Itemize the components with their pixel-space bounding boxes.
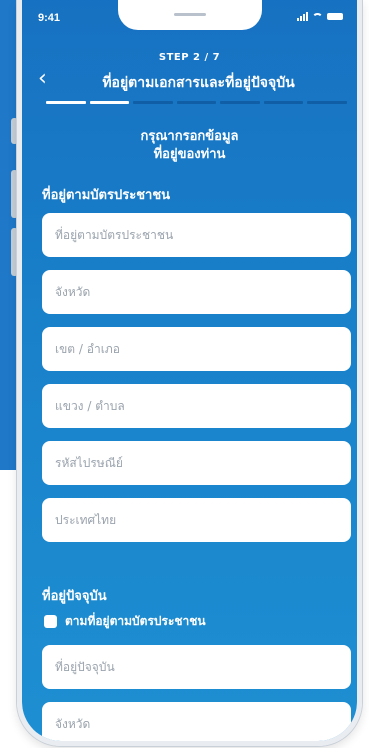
province-input[interactable]: จังหวัด bbox=[42, 270, 351, 314]
section-heading-id-card-address: ที่อยู่ตามบัตรประชาชน bbox=[42, 188, 171, 203]
subdistrict-input[interactable]: แขวง / ตำบล bbox=[42, 384, 351, 428]
status-icons bbox=[297, 12, 343, 21]
progress-segment bbox=[307, 101, 348, 104]
postal-code-input[interactable]: รหัสไปรษณีย์ bbox=[42, 441, 351, 485]
progress-segment bbox=[176, 101, 217, 104]
current-province-input[interactable]: จังหวัด bbox=[42, 702, 351, 741]
checkbox-icon[interactable] bbox=[44, 615, 57, 628]
progress-segment bbox=[89, 101, 130, 104]
country-input[interactable]: ประเทศไทย bbox=[42, 498, 351, 542]
status-time: 9:41 bbox=[38, 12, 61, 24]
same-address-checkbox-label: ตามที่อยู่ตามบัตรประชาชน bbox=[65, 614, 206, 628]
battery-icon bbox=[327, 13, 343, 20]
current-address-input[interactable]: ที่อยู่ปัจจุบัน bbox=[42, 645, 351, 689]
intro-line-1: กรุณากรอกข้อมูล bbox=[140, 129, 239, 144]
progress-bar bbox=[46, 101, 348, 104]
progress-segment bbox=[133, 101, 173, 104]
intro-line-2: ที่อยู่ของท่าน bbox=[153, 147, 226, 162]
section-heading-current-address: ที่อยู่ปัจจุบัน bbox=[42, 589, 107, 604]
phone-frame: 9:41 ‹ STEP 2 / 7 ที่อยู่ตามเอกสารและที่… bbox=[17, 0, 362, 746]
id-card-address-input[interactable]: ที่อยู่ตามบัตรประชาชน bbox=[42, 213, 351, 257]
signal-icon bbox=[297, 12, 308, 21]
wifi-icon bbox=[312, 12, 323, 21]
district-input[interactable]: เขต / อำเภอ bbox=[42, 327, 351, 371]
status-bar: 9:41 bbox=[22, 0, 357, 30]
same-address-checkbox[interactable]: ตามที่อยู่ตามบัตรประชาชน bbox=[44, 612, 206, 631]
progress-segment bbox=[46, 101, 86, 104]
step-indicator: STEP 2 / 7 bbox=[158, 52, 221, 63]
page-title: ที่อยู่ตามเอกสารและที่อยู่ปัจจุบัน bbox=[102, 75, 295, 91]
progress-segment bbox=[220, 101, 260, 104]
intro-text: กรุณากรอกข้อมูล ที่อยู่ของท่าน bbox=[22, 128, 357, 164]
progress-segment bbox=[263, 101, 304, 104]
app-screen: 9:41 ‹ STEP 2 / 7 ที่อยู่ตามเอกสารและที่… bbox=[22, 0, 357, 741]
phone-notch bbox=[117, 0, 262, 30]
